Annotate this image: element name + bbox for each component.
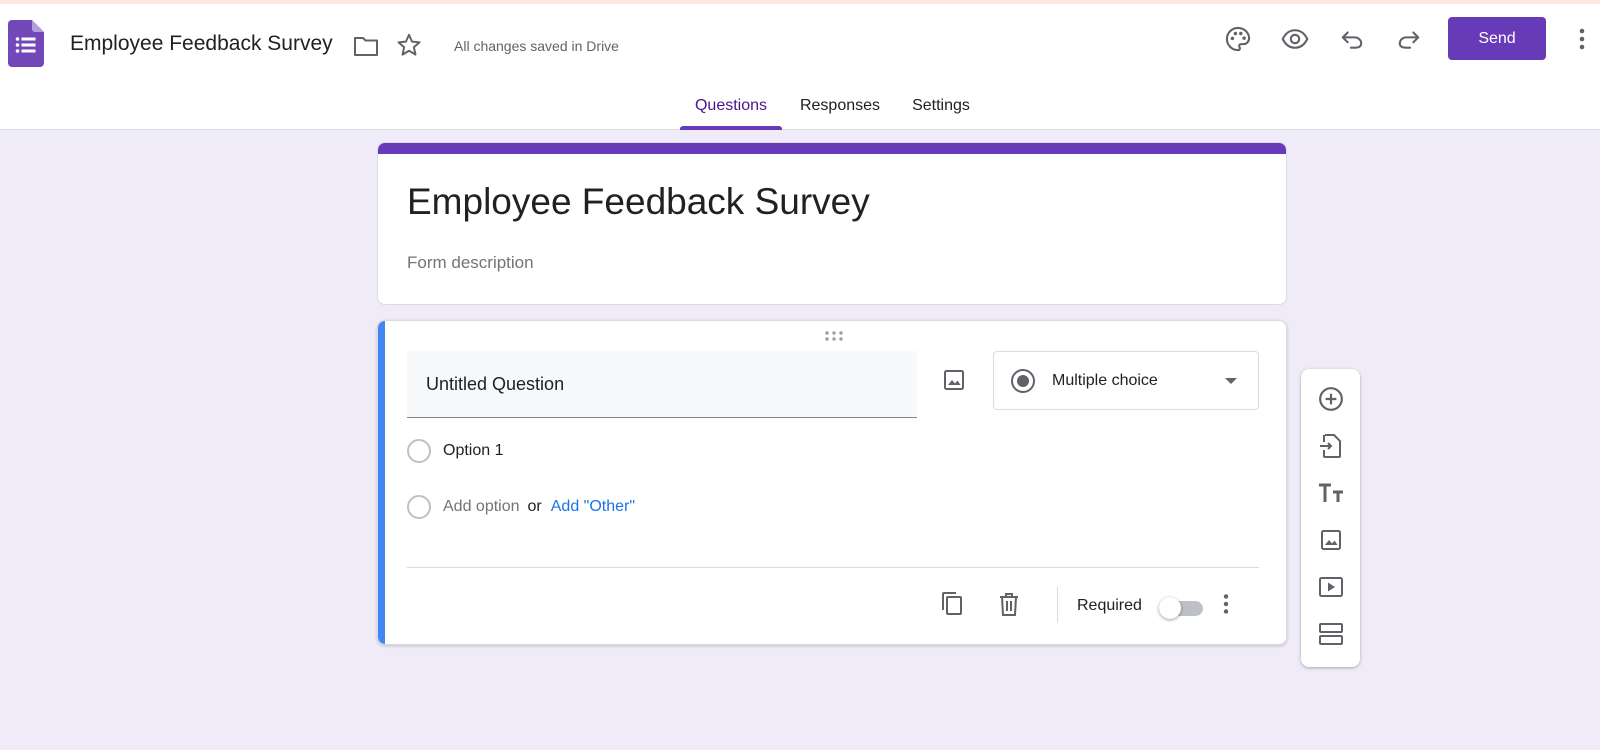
toggle-thumb xyxy=(1159,597,1181,619)
add-option-row: Add option or Add "Other" xyxy=(407,494,635,520)
question-divider xyxy=(407,567,1259,568)
active-question-indicator xyxy=(378,321,385,644)
tab-responses[interactable]: Responses xyxy=(790,86,890,130)
star-icon[interactable] xyxy=(392,28,426,62)
tab-label: Settings xyxy=(912,97,970,114)
footer-separator xyxy=(1057,587,1058,623)
drag-handle-icon[interactable] xyxy=(824,330,844,342)
trash-icon[interactable] xyxy=(993,588,1025,620)
question-toolbar xyxy=(1301,369,1360,667)
title-card-accent xyxy=(378,143,1286,154)
add-image-to-question-icon[interactable] xyxy=(939,365,969,395)
form-tabs: Questions Responses Settings xyxy=(0,86,1600,130)
question-type-dropdown[interactable]: Multiple choice xyxy=(993,351,1259,410)
question-card[interactable]: Untitled Question Multiple choice Option… xyxy=(377,320,1287,645)
add-option-input[interactable]: Add option xyxy=(443,498,520,516)
question-type-label: Multiple choice xyxy=(1052,372,1158,389)
chevron-down-icon xyxy=(1225,378,1237,384)
add-question-icon[interactable] xyxy=(1316,384,1346,414)
app-header: Employee Feedback Survey All changes sav… xyxy=(0,0,1600,130)
forms-logo-icon[interactable] xyxy=(8,20,44,67)
import-questions-icon[interactable] xyxy=(1316,431,1346,461)
or-label: or xyxy=(527,498,542,515)
required-toggle[interactable] xyxy=(1159,597,1203,619)
option-row: Option 1 xyxy=(407,438,503,464)
radio-button-icon xyxy=(1011,369,1035,393)
form-description-input[interactable]: Form description xyxy=(407,253,534,273)
tab-label: Responses xyxy=(799,97,881,114)
eye-icon[interactable] xyxy=(1278,22,1312,56)
radio-circle-icon xyxy=(407,439,431,463)
more-vert-icon[interactable] xyxy=(1568,22,1596,56)
folder-icon[interactable] xyxy=(349,29,383,63)
add-section-icon[interactable] xyxy=(1316,619,1346,649)
palette-icon[interactable] xyxy=(1221,22,1255,56)
tab-questions[interactable]: Questions xyxy=(680,86,782,130)
question-title-input[interactable]: Untitled Question xyxy=(407,351,917,418)
undo-icon[interactable] xyxy=(1335,22,1369,56)
redo-icon[interactable] xyxy=(1392,22,1426,56)
add-other-link[interactable]: Add "Other" xyxy=(551,498,635,516)
form-title-card: Employee Feedback Survey Form descriptio… xyxy=(377,142,1287,305)
form-title[interactable]: Employee Feedback Survey xyxy=(407,181,870,223)
required-label: Required xyxy=(1077,597,1142,614)
question-title-text: Untitled Question xyxy=(426,374,565,394)
add-video-icon[interactable] xyxy=(1316,572,1346,602)
question-more-vert-icon[interactable] xyxy=(1214,588,1238,620)
radio-circle-icon xyxy=(407,495,431,519)
option-label[interactable]: Option 1 xyxy=(443,442,503,460)
tab-settings[interactable]: Settings xyxy=(900,86,982,130)
header-top-line xyxy=(0,0,1600,4)
add-title-icon[interactable] xyxy=(1316,478,1346,508)
tab-label: Questions xyxy=(694,97,768,114)
document-title[interactable]: Employee Feedback Survey xyxy=(70,32,333,56)
add-image-icon[interactable] xyxy=(1316,525,1346,555)
duplicate-icon[interactable] xyxy=(936,588,968,620)
send-button[interactable]: Send xyxy=(1448,17,1546,60)
save-status: All changes saved in Drive xyxy=(454,38,619,54)
